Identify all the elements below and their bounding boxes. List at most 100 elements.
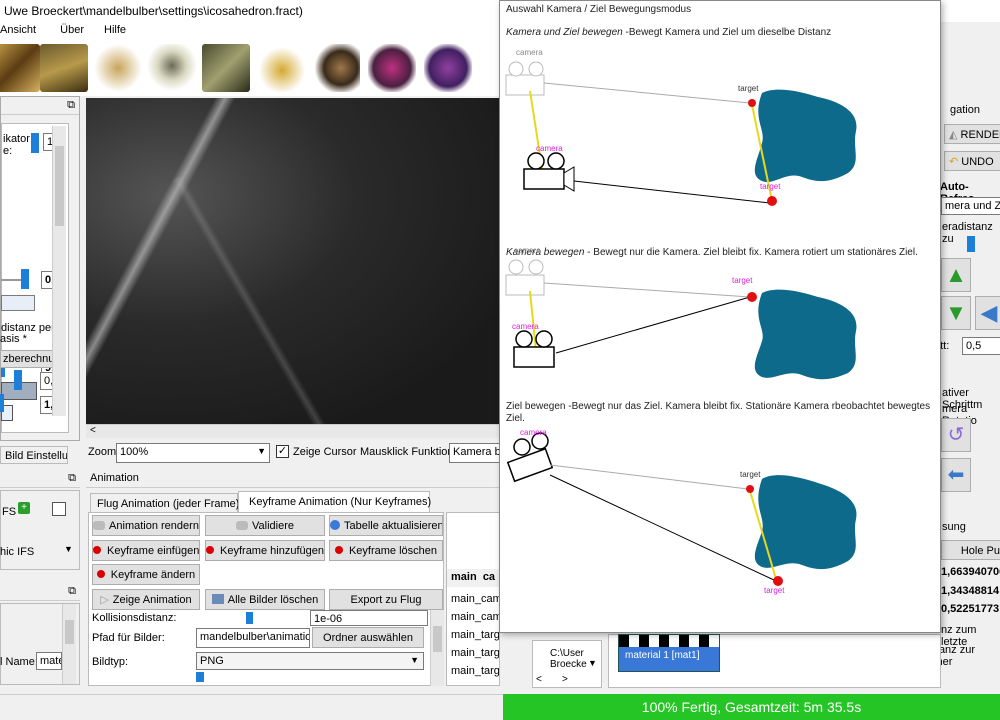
preset-thumb-5[interactable] (202, 44, 250, 92)
popup-title: Auswahl Kamera / Ziel Bewegungsmodus (506, 4, 692, 15)
get-point-button[interactable]: Hole Pu (941, 540, 1000, 560)
menu-hilfe[interactable]: Hilfe (94, 22, 133, 36)
coord-2: 1,34348814 (941, 585, 1000, 597)
change-keyframe-button[interactable]: Keyframe ändern (92, 564, 200, 585)
ifs-checkbox[interactable] (52, 502, 66, 516)
left-scrollbar[interactable] (52, 126, 66, 416)
zoom-select[interactable]: 100% ▼ (116, 443, 270, 463)
menu-ansicht[interactable]: Ansicht (0, 22, 43, 36)
delete-all-images-label: Alle Bilder löschen (227, 594, 319, 606)
record-icon (93, 546, 101, 554)
undo-button-label: UNDO (961, 156, 994, 168)
show-animation-button[interactable]: ▷ Zeige Animation (92, 589, 200, 610)
preset-thumb-8[interactable] (368, 44, 416, 92)
table-row[interactable]: main_targ (451, 647, 499, 659)
slider-handle-4[interactable] (14, 370, 22, 390)
image-type-select[interactable]: PNG ▼ (196, 652, 424, 670)
anim-scrollbar[interactable] (430, 610, 444, 686)
table-row[interactable]: main_came (451, 593, 499, 605)
target-label-1b: target (760, 182, 781, 191)
file-scroll-down[interactable]: ▼ (588, 658, 597, 668)
table-row[interactable]: main_targ (451, 665, 499, 677)
preset-thumb-7[interactable] (312, 44, 360, 92)
render-button[interactable]: ◭ RENDER (944, 124, 1000, 144)
diagram-move-camera[interactable]: camera target camera (505, 246, 857, 380)
tab-keyframe-animation[interactable]: Keyframe Animation (Nur Keyframes) (238, 491, 431, 513)
render-hscrollbar[interactable]: < (86, 424, 500, 438)
material-scrollbar[interactable] (62, 604, 76, 684)
mode-select[interactable]: mera und Ziel (941, 197, 1000, 215)
color-field-1[interactable] (1, 295, 35, 311)
material-item[interactable]: material 1 [mat1] (618, 634, 720, 672)
coord-1: 1,663940706 (941, 566, 1000, 578)
bottom-slider-handle[interactable] (196, 672, 204, 682)
refresh-table-button[interactable]: Tabelle aktualisieren (329, 515, 443, 536)
slider-handle-1[interactable] (31, 133, 39, 153)
target-label-3a: target (740, 470, 761, 479)
render-icon (93, 521, 106, 530)
select-folder-button[interactable]: Ordner auswählen (312, 627, 424, 648)
menu-ueber[interactable]: Über (46, 22, 91, 36)
mode-diagrams: camera target camera target camera targe… (505, 48, 857, 595)
file-scroll-right[interactable]: > (562, 674, 568, 685)
target-label-2: target (732, 276, 753, 285)
bild-einstellungen-tab[interactable]: Bild Einstellu... (0, 446, 68, 464)
step-field[interactable]: 0,5 (962, 337, 1000, 355)
preset-thumb-3[interactable] (94, 44, 142, 92)
collision-field[interactable]: 1e-06 (310, 610, 428, 626)
movement-mode-popup: Auswahl Kamera / Ziel Bewegungsmodus Kam… (499, 0, 941, 633)
multiplier-label: ikator (3, 133, 30, 145)
diagram-move-both[interactable]: camera target camera target (505, 48, 857, 206)
animation-title: Animation (90, 472, 139, 484)
zoom-label: Zoom: (88, 446, 120, 458)
rotate-left-button[interactable]: ⬅ (941, 458, 971, 492)
material-scroll-thumb[interactable] (65, 620, 74, 644)
berechnung-button[interactable]: zberechnun (0, 350, 56, 368)
mouse-func-select[interactable]: Kamera be (449, 443, 501, 463)
table-row[interactable]: main_came (451, 611, 499, 623)
preset-thumb-1[interactable] (0, 44, 40, 92)
add-icon[interactable]: + (18, 502, 30, 514)
slider-handle-5[interactable] (0, 394, 4, 412)
insert-keyframe-button[interactable]: Keyframe einfügen (92, 540, 200, 561)
film-icon (211, 594, 224, 604)
ifs-label-2: hic IFS (0, 546, 35, 558)
delete-all-images-button[interactable]: Alle Bilder löschen (205, 589, 325, 610)
anim-scroll-thumb[interactable] (433, 626, 442, 652)
left-scroll-thumb[interactable] (55, 146, 64, 226)
validate-button[interactable]: Validiere (205, 515, 325, 536)
render-view[interactable] (86, 98, 500, 424)
rotate-button[interactable]: ↺ (941, 418, 971, 452)
distance-slider-handle[interactable] (967, 236, 975, 252)
add-keyframe-button[interactable]: Keyframe hinzufügen (205, 540, 325, 561)
record-icon (96, 570, 105, 578)
arrow-up-button[interactable]: ▲ (941, 258, 971, 292)
material-name-field[interactable]: mate (36, 652, 62, 670)
tab-flight-animation[interactable]: Flug Animation (jeder Frame) (90, 493, 239, 513)
diagram-move-target[interactable]: camera target target (506, 428, 857, 595)
table-row[interactable]: main_targ (451, 629, 499, 641)
record-icon (206, 546, 215, 554)
scroll-left-arrow[interactable]: < (90, 425, 96, 436)
arrow-down-button[interactable]: ▼ (941, 296, 971, 330)
render-animation-button[interactable]: Animation rendern (92, 515, 200, 536)
show-cursor-checkbox[interactable]: ✓ (276, 445, 289, 458)
navigation-header: gation (950, 104, 980, 116)
image-path-field[interactable]: mandelbulber\animation\ (196, 628, 310, 648)
target-1a (748, 99, 756, 107)
preset-thumb-4[interactable] (148, 44, 196, 92)
preset-thumb-2[interactable] (40, 44, 88, 92)
undo-button[interactable]: ↶ UNDO (944, 151, 1000, 171)
export-flight-button[interactable]: Export zu Flug (329, 589, 443, 610)
file-scroll-left[interactable]: < (536, 674, 542, 685)
arrow-left-button[interactable]: ◀ (975, 296, 1000, 330)
delete-keyframe-button[interactable]: Keyframe löschen (329, 540, 443, 561)
collision-slider-handle[interactable] (246, 612, 253, 624)
left-panel-header: ⧉ (1, 97, 79, 115)
ifs-scroll-down[interactable]: ▼ (64, 544, 73, 554)
slider-handle-2[interactable] (21, 269, 29, 289)
image-path-label: Pfad für Bilder: (92, 632, 165, 644)
preset-thumb-9[interactable] (424, 44, 472, 92)
preset-thumb-6[interactable] (258, 44, 306, 92)
ghost-camera-1 (505, 74, 545, 96)
